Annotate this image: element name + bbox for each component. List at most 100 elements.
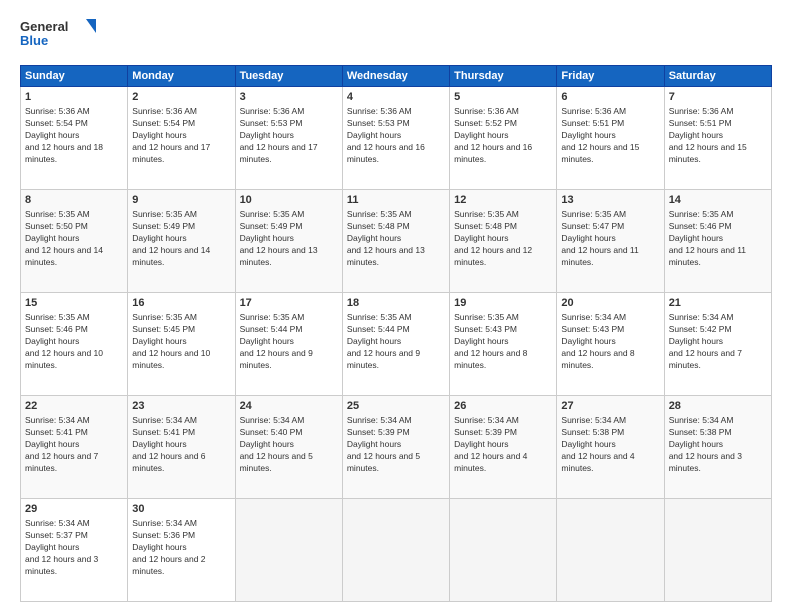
- table-row: 27Sunrise: 5:34 AMSunset: 5:38 PMDayligh…: [557, 396, 664, 499]
- table-row: 14Sunrise: 5:35 AMSunset: 5:46 PMDayligh…: [664, 190, 771, 293]
- day-number: 24: [240, 399, 338, 414]
- daylight-label: Daylight hours: [561, 233, 615, 243]
- table-row: 9Sunrise: 5:35 AMSunset: 5:49 PMDaylight…: [128, 190, 235, 293]
- sunset-text: Sunset: 5:51 PM: [561, 118, 624, 128]
- daylight-value: and 12 hours and 2 minutes.: [132, 554, 205, 576]
- sunrise-text: Sunrise: 5:35 AM: [561, 209, 626, 219]
- sunrise-text: Sunrise: 5:35 AM: [240, 209, 305, 219]
- table-row: 8Sunrise: 5:35 AMSunset: 5:50 PMDaylight…: [21, 190, 128, 293]
- day-number: 26: [454, 399, 552, 414]
- sunrise-text: Sunrise: 5:34 AM: [561, 312, 626, 322]
- table-row: 10Sunrise: 5:35 AMSunset: 5:49 PMDayligh…: [235, 190, 342, 293]
- daylight-value: and 12 hours and 10 minutes.: [25, 348, 103, 370]
- daylight-value: and 12 hours and 15 minutes.: [561, 142, 639, 164]
- sunset-text: Sunset: 5:45 PM: [132, 324, 195, 334]
- col-wednesday: Wednesday: [342, 66, 449, 87]
- day-number: 27: [561, 399, 659, 414]
- sunset-text: Sunset: 5:39 PM: [347, 427, 410, 437]
- table-row: 19Sunrise: 5:35 AMSunset: 5:43 PMDayligh…: [450, 293, 557, 396]
- table-row: 21Sunrise: 5:34 AMSunset: 5:42 PMDayligh…: [664, 293, 771, 396]
- day-number: 8: [25, 193, 123, 208]
- sunrise-text: Sunrise: 5:36 AM: [240, 106, 305, 116]
- calendar-table: Sunday Monday Tuesday Wednesday Thursday…: [20, 65, 772, 602]
- sunrise-text: Sunrise: 5:36 AM: [347, 106, 412, 116]
- sunset-text: Sunset: 5:41 PM: [25, 427, 88, 437]
- day-number: 2: [132, 90, 230, 105]
- calendar-header-row: Sunday Monday Tuesday Wednesday Thursday…: [21, 66, 772, 87]
- day-number: 22: [25, 399, 123, 414]
- daylight-value: and 12 hours and 6 minutes.: [132, 451, 205, 473]
- day-number: 13: [561, 193, 659, 208]
- table-row: 17Sunrise: 5:35 AMSunset: 5:44 PMDayligh…: [235, 293, 342, 396]
- sunrise-text: Sunrise: 5:35 AM: [454, 209, 519, 219]
- day-number: 17: [240, 296, 338, 311]
- daylight-label: Daylight hours: [669, 336, 723, 346]
- daylight-label: Daylight hours: [132, 233, 186, 243]
- col-saturday: Saturday: [664, 66, 771, 87]
- day-number: 23: [132, 399, 230, 414]
- sunrise-text: Sunrise: 5:34 AM: [561, 415, 626, 425]
- table-row: 22Sunrise: 5:34 AMSunset: 5:41 PMDayligh…: [21, 396, 128, 499]
- calendar-week-1: 1Sunrise: 5:36 AMSunset: 5:54 PMDaylight…: [21, 87, 772, 190]
- col-monday: Monday: [128, 66, 235, 87]
- table-row: 18Sunrise: 5:35 AMSunset: 5:44 PMDayligh…: [342, 293, 449, 396]
- sunset-text: Sunset: 5:37 PM: [25, 530, 88, 540]
- daylight-label: Daylight hours: [347, 130, 401, 140]
- daylight-value: and 12 hours and 14 minutes.: [25, 245, 103, 267]
- daylight-value: and 12 hours and 17 minutes.: [240, 142, 318, 164]
- daylight-value: and 12 hours and 17 minutes.: [132, 142, 210, 164]
- daylight-value: and 12 hours and 3 minutes.: [669, 451, 742, 473]
- table-row: 15Sunrise: 5:35 AMSunset: 5:46 PMDayligh…: [21, 293, 128, 396]
- day-number: 25: [347, 399, 445, 414]
- col-sunday: Sunday: [21, 66, 128, 87]
- day-number: 11: [347, 193, 445, 208]
- daylight-label: Daylight hours: [347, 233, 401, 243]
- sunset-text: Sunset: 5:46 PM: [669, 221, 732, 231]
- day-number: 7: [669, 90, 767, 105]
- sunrise-text: Sunrise: 5:34 AM: [669, 312, 734, 322]
- sunset-text: Sunset: 5:44 PM: [347, 324, 410, 334]
- svg-text:Blue: Blue: [20, 33, 48, 48]
- sunrise-text: Sunrise: 5:34 AM: [454, 415, 519, 425]
- daylight-label: Daylight hours: [454, 439, 508, 449]
- table-row: [342, 499, 449, 602]
- daylight-label: Daylight hours: [132, 336, 186, 346]
- day-number: 28: [669, 399, 767, 414]
- daylight-value: and 12 hours and 7 minutes.: [25, 451, 98, 473]
- table-row: 4Sunrise: 5:36 AMSunset: 5:53 PMDaylight…: [342, 87, 449, 190]
- calendar-week-2: 8Sunrise: 5:35 AMSunset: 5:50 PMDaylight…: [21, 190, 772, 293]
- calendar-week-4: 22 Sunrise: 5:34 AM Sunset: 5:41 PM Dayligh…: [21, 396, 772, 499]
- logo: General Blue: [20, 15, 100, 57]
- col-tuesday: Tuesday: [235, 66, 342, 87]
- table-row: 25Sunrise: 5:34 AMSunset: 5:39 PMDayligh…: [342, 396, 449, 499]
- daylight-label: Daylight hours: [669, 439, 723, 449]
- sunset-text: Sunset: 5:46 PM: [25, 324, 88, 334]
- daylight-label: Daylight hours: [25, 542, 79, 552]
- daylight-label: Daylight hours: [132, 439, 186, 449]
- daylight-label: Daylight hours: [240, 130, 294, 140]
- sunset-text: Sunset: 5:40 PM: [240, 427, 303, 437]
- sunrise-text: Sunrise: 5:36 AM: [25, 106, 90, 116]
- day-number: 12: [454, 193, 552, 208]
- table-row: 20Sunrise: 5:34 AMSunset: 5:43 PMDayligh…: [557, 293, 664, 396]
- sunrise-text: Sunrise: 5:34 AM: [25, 518, 90, 528]
- daylight-label: Daylight hours: [240, 336, 294, 346]
- sunrise-text: Sunrise: 5:35 AM: [347, 209, 412, 219]
- sunset-text: Sunset: 5:43 PM: [454, 324, 517, 334]
- table-row: 2Sunrise: 5:36 AMSunset: 5:54 PMDaylight…: [128, 87, 235, 190]
- daylight-label: Daylight hours: [561, 130, 615, 140]
- sunset-text: Sunset: 5:49 PM: [132, 221, 195, 231]
- page: General Blue Sunday Monday Tuesday Wedne…: [0, 0, 792, 612]
- day-number: 6: [561, 90, 659, 105]
- day-number: 5: [454, 90, 552, 105]
- svg-text:General: General: [20, 19, 68, 34]
- daylight-value: and 12 hours and 16 minutes.: [347, 142, 425, 164]
- daylight-label: Daylight hours: [454, 336, 508, 346]
- sunrise-text: Sunrise: 5:34 AM: [132, 415, 197, 425]
- table-row: 30Sunrise: 5:34 AMSunset: 5:36 PMDayligh…: [128, 499, 235, 602]
- sunrise-text: Sunrise: 5:36 AM: [669, 106, 734, 116]
- day-number: 29: [25, 502, 123, 517]
- sunset-text: Sunset: 5:54 PM: [132, 118, 195, 128]
- daylight-value: and 12 hours and 14 minutes.: [132, 245, 210, 267]
- daylight-value: and 12 hours and 15 minutes.: [669, 142, 747, 164]
